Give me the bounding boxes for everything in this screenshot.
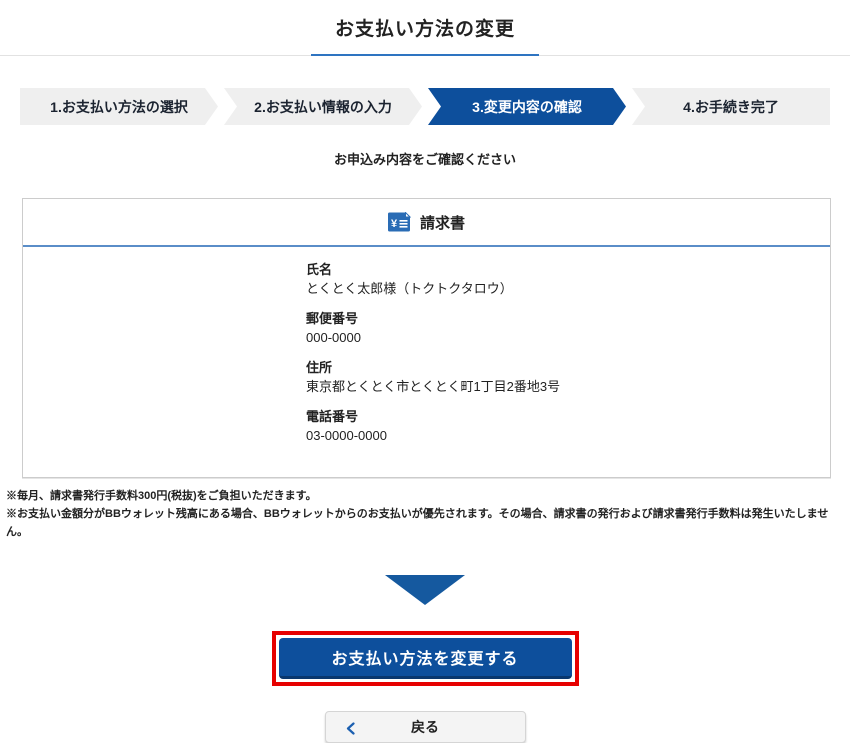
payment-method-label: 請求書 (420, 212, 465, 233)
field-value: とくとく太郎様（トクトクタロウ） (306, 280, 810, 297)
field-phone-number: 電話番号 03-0000-0000 (306, 408, 810, 444)
chevron-left-icon (346, 722, 355, 735)
payment-summary-box: ¥ 請求書 氏名 とくとく太郎様（トクトクタロウ） 郵便番号 000-0000 … (22, 198, 831, 478)
field-name: 氏名 とくとく太郎様（トクトクタロウ） (306, 261, 810, 297)
click-target-annotation: お支払い方法を変更する (272, 631, 579, 686)
payment-details: 氏名 とくとく太郎様（トクトクタロウ） 郵便番号 000-0000 住所 東京都… (23, 247, 830, 477)
field-label: 住所 (306, 359, 810, 376)
step-1-payment-method-selection: 1.お支払い方法の選択 (20, 88, 218, 125)
footnotes: ※毎月、請求書発行手数料300円(税抜)をご負担いただきます。 ※お支払い金額分… (6, 487, 844, 541)
divider-accent (311, 54, 539, 56)
field-value: 03-0000-0000 (306, 427, 810, 444)
svg-text:¥: ¥ (391, 218, 398, 230)
footnote-bb-wallet: ※お支払い金額分がBBウォレット残高にある場合、BBウォレットからのお支払いが優… (6, 505, 844, 541)
back-button[interactable]: 戻る (325, 711, 526, 743)
field-value: 000-0000 (306, 329, 810, 346)
step-label: 2.お支払い情報の入力 (254, 97, 392, 117)
field-value: 東京都とくとく市とくとく町1丁目2番地3号 (306, 378, 810, 395)
step-3-confirm-changes: 3.変更内容の確認 (428, 88, 626, 125)
field-address: 住所 東京都とくとく市とくとく町1丁目2番地3号 (306, 359, 810, 395)
page-title: お支払い方法の変更 (0, 0, 850, 41)
footnote-fee: ※毎月、請求書発行手数料300円(税抜)をご負担いただきます。 (6, 487, 844, 505)
step-label: 3.変更内容の確認 (472, 97, 582, 117)
down-arrow-icon (385, 575, 465, 605)
change-payment-method-button[interactable]: お支払い方法を変更する (279, 638, 572, 679)
field-label: 電話番号 (306, 408, 810, 425)
step-4-procedure-complete: 4.お手続き完了 (632, 88, 830, 125)
invoice-icon: ¥ (388, 212, 411, 232)
progress-steps: 1.お支払い方法の選択 2.お支払い情報の入力 3.変更内容の確認 4.お手続き… (20, 88, 830, 125)
title-underline (0, 54, 850, 56)
confirmation-message: お申込み内容をご確認ください (0, 149, 850, 168)
field-label: 郵便番号 (306, 310, 810, 327)
back-button-label: 戻る (326, 717, 525, 737)
payment-method-header: ¥ 請求書 (23, 199, 830, 247)
field-label: 氏名 (306, 261, 810, 278)
step-label: 1.お支払い方法の選択 (50, 97, 188, 117)
step-2-payment-info-entry: 2.お支払い情報の入力 (224, 88, 422, 125)
field-postal-code: 郵便番号 000-0000 (306, 310, 810, 346)
step-label: 4.お手続き完了 (683, 97, 779, 117)
